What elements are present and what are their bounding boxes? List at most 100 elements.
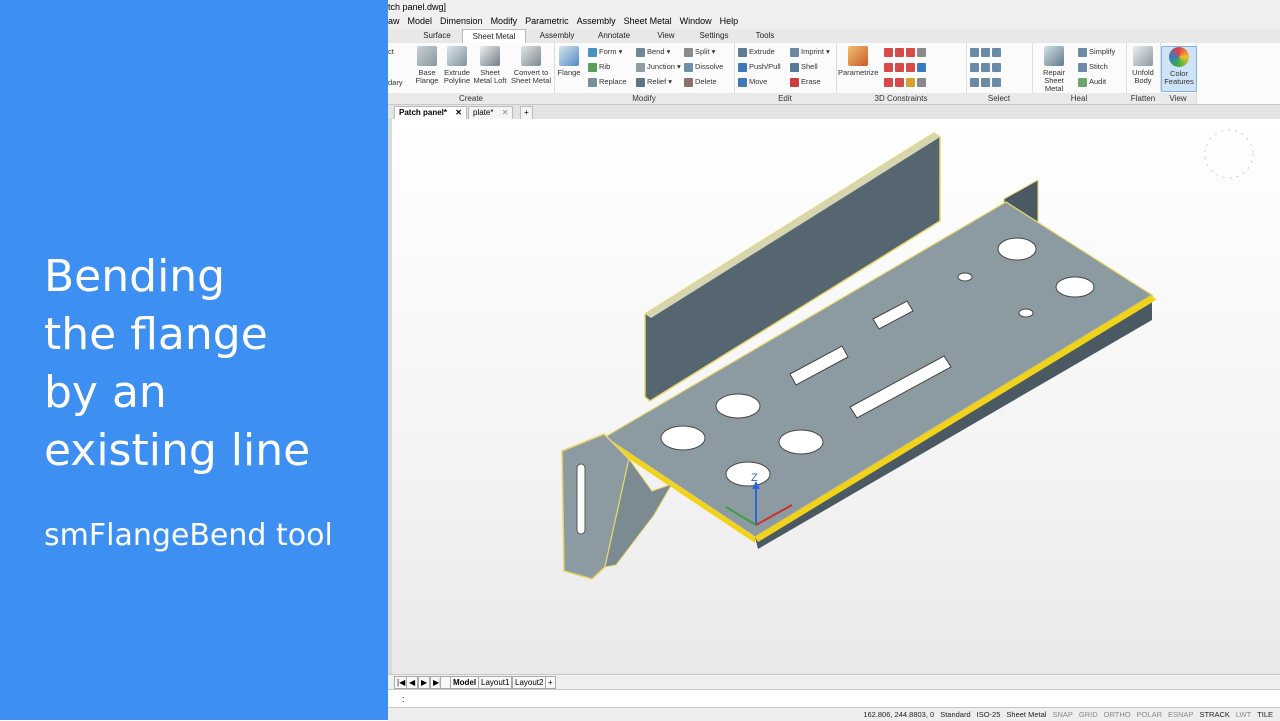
hole <box>778 429 824 455</box>
repair-icon <box>1044 46 1064 66</box>
add-tab-button[interactable]: + <box>520 106 533 120</box>
tab-surface[interactable]: Surface <box>412 29 462 43</box>
status-workspace[interactable]: Sheet Metal <box>1003 708 1049 721</box>
add-layout-button[interactable]: + <box>545 676 556 689</box>
ribbon-group-label: Flatten <box>1126 93 1160 104</box>
tab-tools[interactable]: Tools <box>736 29 794 43</box>
toggle-lwt[interactable]: LWT <box>1233 708 1254 721</box>
toggle-ortho[interactable]: ORTHO <box>1101 708 1134 721</box>
toggle-esnap[interactable]: ESNAP <box>1165 708 1196 721</box>
hole <box>1055 276 1095 298</box>
prev-layout-button[interactable]: ◀ <box>406 676 419 689</box>
ribbon-group-label: Select <box>966 93 1032 104</box>
command-prompt: : <box>402 694 405 704</box>
tab-layout2[interactable]: Layout2 <box>512 676 547 689</box>
document-tab-patch-panel[interactable]: Patch panel* ✕ <box>394 106 467 120</box>
form-icon <box>588 47 597 57</box>
status-text-style[interactable]: Standard <box>937 708 973 721</box>
3d-viewport[interactable]: Z <box>388 119 1280 674</box>
replace-button[interactable]: Replace <box>588 77 627 87</box>
close-icon[interactable]: ✕ <box>502 108 509 117</box>
bend-button[interactable]: Bend ▾ <box>636 47 670 57</box>
base-flange-button[interactable]: Base Flange <box>410 46 444 85</box>
document-tab-bar: Patch panel* ✕ plate* ✕ + <box>388 105 1280 120</box>
window-title: tch panel.dwg] <box>388 2 447 12</box>
delete-button[interactable]: Delete <box>684 77 717 87</box>
menu-item-help[interactable]: Help <box>716 14 743 29</box>
color-features-button[interactable]: Color Features <box>1161 46 1197 92</box>
toggle-strack[interactable]: STRACK <box>1196 708 1232 721</box>
imprint-icon <box>790 47 799 57</box>
sheet-metal-loft-button[interactable]: Sheet Metal Loft <box>473 46 507 85</box>
menu-item-modify[interactable]: Modify <box>487 14 522 29</box>
flange-button[interactable]: Flange <box>556 46 582 77</box>
stitch-button[interactable]: Stitch <box>1078 62 1108 72</box>
document-tab-plate[interactable]: plate* ✕ <box>468 106 514 120</box>
parametrize-button[interactable]: Parametrize <box>838 46 878 77</box>
tab-settings[interactable]: Settings <box>692 29 736 43</box>
audit-icon <box>1078 77 1087 87</box>
repair-sheet-metal-button[interactable]: Repair Sheet Metal <box>1034 46 1074 93</box>
imprint-button[interactable]: Imprint ▾ <box>790 47 830 57</box>
cad-application-window: tch panel.dwg] aw Model Dimension Modify… <box>388 0 1280 721</box>
color-features-icon <box>1169 47 1189 67</box>
rib-button[interactable]: Rib <box>588 62 610 72</box>
constraint-tools-icon[interactable] <box>884 47 928 57</box>
move-button[interactable]: Move <box>738 77 767 87</box>
ribbon-group-view: Color Features View <box>1160 43 1197 104</box>
toggle-grid[interactable]: GRID <box>1076 708 1101 721</box>
constraint-tools-icon[interactable] <box>884 62 928 72</box>
select-tools-icon[interactable] <box>970 62 1003 72</box>
form-button[interactable]: Form ▾ <box>588 47 622 57</box>
navigation-compass-icon <box>1204 129 1254 179</box>
menu-item-sheet-metal[interactable]: Sheet Metal <box>620 14 676 29</box>
menu-item-assembly[interactable]: Assembly <box>573 14 620 29</box>
tab-annotate[interactable]: Annotate <box>588 29 640 43</box>
simplify-icon <box>1078 47 1087 57</box>
menu-item-dimension[interactable]: Dimension <box>436 14 487 29</box>
convert-to-sheet-metal-button[interactable]: Convert to Sheet Metal <box>510 46 552 85</box>
command-line[interactable]: : <box>388 689 1280 708</box>
title-overlay-panel: Bending the flange by an existing line s… <box>0 0 388 720</box>
toggle-snap[interactable]: SNAP <box>1049 708 1075 721</box>
tab-assembly[interactable]: Assembly <box>526 29 588 43</box>
tab-layout1[interactable]: Layout1 <box>478 676 513 689</box>
menu-item-window[interactable]: Window <box>676 14 716 29</box>
split-button[interactable]: Split ▾ <box>684 47 715 57</box>
status-bar: 162.806, 244.8803, 0 Standard ISO-25 She… <box>388 707 1280 721</box>
move-icon <box>738 77 747 87</box>
next-layout-button[interactable]: ▶ <box>418 676 431 689</box>
toggle-polar[interactable]: POLAR <box>1134 708 1165 721</box>
status-dim-style[interactable]: ISO-25 <box>974 708 1004 721</box>
erase-icon <box>790 77 799 87</box>
tab-model[interactable]: Model <box>450 676 480 689</box>
dissolve-button[interactable]: Dissolve <box>684 62 723 72</box>
toggle-tile[interactable]: TILE <box>1254 708 1276 721</box>
relief-button[interactable]: Relief ▾ <box>636 77 672 87</box>
select-tools-icon[interactable] <box>970 77 1003 87</box>
erase-button[interactable]: Erase <box>790 77 821 87</box>
close-icon[interactable]: ✕ <box>455 108 462 117</box>
unfold-body-button[interactable]: Unfold Body <box>1126 46 1160 85</box>
select-tools-icon[interactable] <box>970 47 1003 57</box>
tab-sheet-metal[interactable]: Sheet Metal <box>462 29 526 43</box>
extrude-polyline-icon <box>447 46 467 66</box>
simplify-button[interactable]: Simplify <box>1078 47 1115 57</box>
ribbon-group-select: Select <box>966 43 1033 104</box>
extrude-polyline-button[interactable]: Extrude Polyline <box>440 46 474 85</box>
create-partial-item[interactable]: dary <box>388 78 403 88</box>
ribbon-group-label: Modify <box>554 93 734 104</box>
create-partial-item[interactable]: ct <box>388 47 394 57</box>
audit-button[interactable]: Audit <box>1078 77 1106 87</box>
extrude-button[interactable]: Extrude <box>738 47 775 57</box>
tab-view[interactable]: View <box>640 29 692 43</box>
menu-item-draw[interactable]: aw <box>388 14 404 29</box>
delete-icon <box>684 77 693 87</box>
shell-button[interactable]: Shell <box>790 62 818 72</box>
push-pull-button[interactable]: Push/Pull <box>738 62 781 72</box>
constraint-tools-icon[interactable] <box>884 77 928 87</box>
menu-item-parametric[interactable]: Parametric <box>521 14 573 29</box>
junction-button[interactable]: Junction ▾ <box>636 62 681 72</box>
layout-tab-bar: |◀ ◀ ▶ ▶| Model Layout1 Layout2 + <box>388 674 1280 689</box>
menu-item-model[interactable]: Model <box>404 14 437 29</box>
